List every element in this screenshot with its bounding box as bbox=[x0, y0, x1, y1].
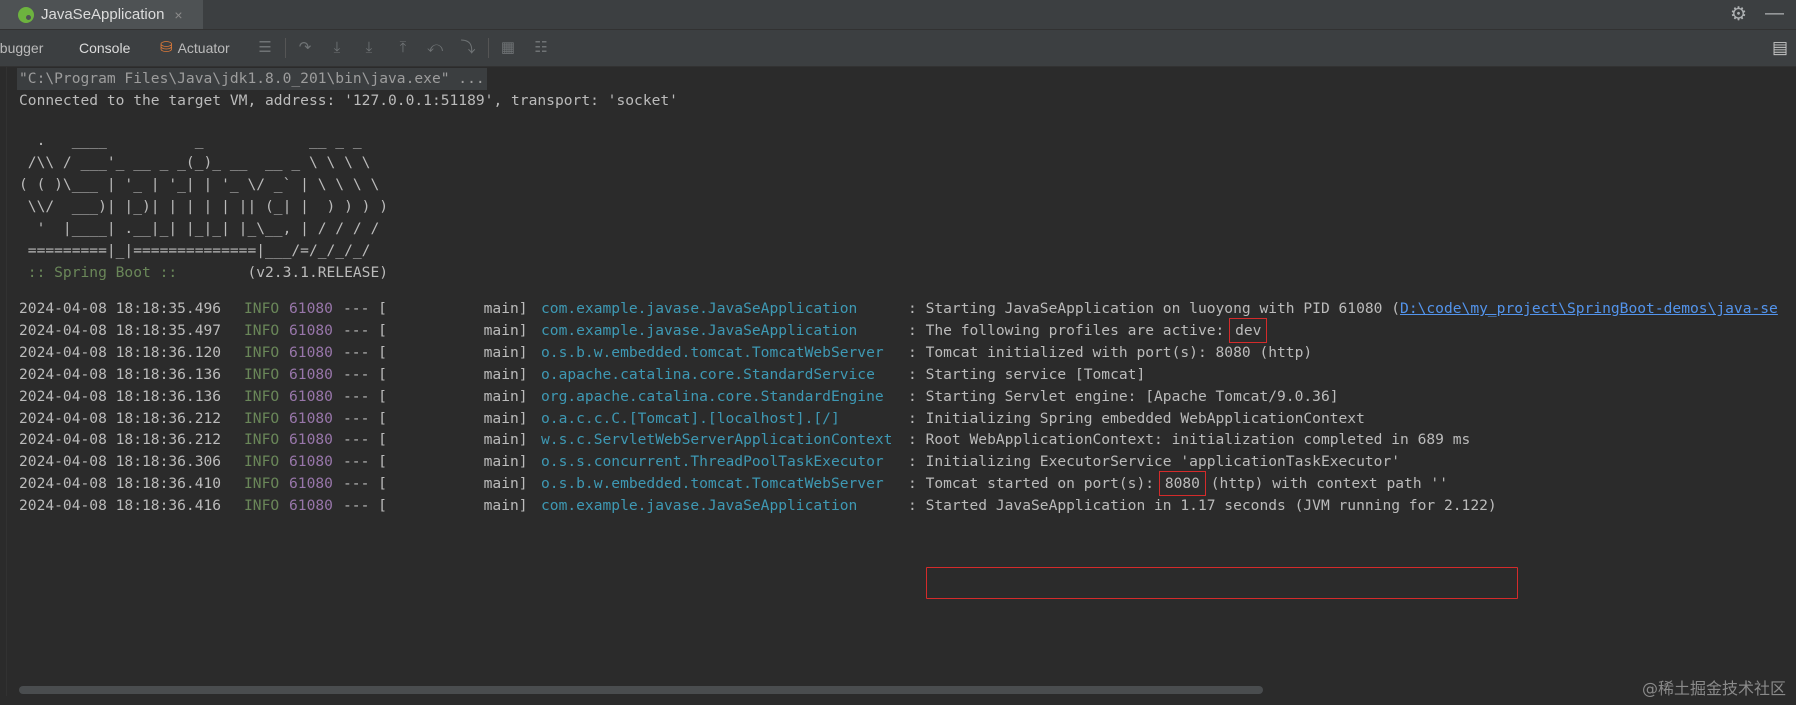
close-icon[interactable]: × bbox=[174, 7, 182, 23]
log-path-link[interactable]: D:\code\my_project\SpringBoot-demos\java… bbox=[1400, 300, 1778, 317]
tab-actuator-label: Actuator bbox=[177, 40, 230, 56]
banner-line: . ____ _ __ _ _ bbox=[19, 132, 362, 149]
log-message-text: : Starting Servlet engine: [Apache Tomca… bbox=[908, 387, 1339, 405]
started-highlight-box bbox=[926, 567, 1518, 599]
log-message-text: : Initializing Spring embedded WebApplic… bbox=[908, 409, 1365, 427]
banner-line: /\\ / ___'_ __ _ _(_)_ __ __ _ \ \ \ \ bbox=[19, 154, 371, 171]
trace-settings-icon[interactable]: ☷ bbox=[531, 38, 551, 58]
run-to-cursor-icon[interactable]: ⤵ bbox=[458, 38, 478, 58]
banner-line: ( ( )\___ | '_ | '_| | '_ \/ _` | \ \ \ … bbox=[19, 176, 380, 193]
banner-line: =========|_|==============|___/=/_/_/_/ bbox=[19, 242, 371, 259]
log-level: INFO bbox=[244, 497, 280, 515]
horizontal-scrollbar[interactable] bbox=[19, 686, 1263, 694]
tab-actuator[interactable]: ⛁ Actuator bbox=[160, 30, 230, 66]
log-message: : Started JavaSeApplication in 1.17 seco… bbox=[908, 493, 1497, 518]
log-message-text: : Tomcat initialized with port(s): 8080 … bbox=[908, 343, 1313, 361]
spring-boot-label: :: Spring Boot :: bbox=[19, 264, 186, 281]
evaluate-expression-icon[interactable]: ▦ bbox=[498, 38, 518, 58]
spring-boot-version-line: :: Spring Boot :: (v2.3.1.RELEASE) bbox=[19, 262, 388, 284]
run-toolbar: ebugger Console ⛁ Actuator ☰ ↷ ⤓ ⤓ ⤒ ⤺ ⤵… bbox=[0, 30, 1796, 67]
log-message-text: (http) with context path '' bbox=[1201, 475, 1448, 493]
spring-boot-app-icon bbox=[18, 6, 34, 23]
console-output[interactable]: "C:\Program Files\Java\jdk1.8.0_201\bin\… bbox=[0, 67, 1796, 682]
log-timestamp: 2024-04-08 18:18:36.416 bbox=[19, 497, 222, 515]
minimize-icon[interactable]: — bbox=[1765, 3, 1784, 26]
gear-icon[interactable]: ⚙ bbox=[1730, 3, 1747, 26]
run-tab-javaseapplication[interactable]: JavaSeApplication × bbox=[0, 0, 203, 29]
step-over-icon[interactable]: ⤓ bbox=[327, 38, 347, 58]
run-title-bar: JavaSeApplication × ⚙ — bbox=[0, 0, 1796, 30]
log-thread: main] bbox=[387, 497, 528, 515]
highlighted-value: 8080 bbox=[1158, 471, 1206, 497]
menu-icon[interactable]: ☰ bbox=[255, 38, 275, 58]
watermark: @稀土掘金技术社区 bbox=[1641, 679, 1786, 698]
banner-line: \\/ ___)| |_)| | | | | || (_| | ) ) ) ) bbox=[19, 198, 389, 215]
command-line: "C:\Program Files\Java\jdk1.8.0_201\bin\… bbox=[17, 68, 487, 90]
layout-icon[interactable]: ▤ bbox=[1772, 38, 1788, 58]
tab-debugger[interactable]: ebugger bbox=[0, 30, 43, 66]
run-tab-label: JavaSeApplication bbox=[41, 6, 165, 23]
log-message-text: : Started JavaSeApplication in 1.17 seco… bbox=[908, 497, 1497, 515]
spring-boot-version: (v2.3.1.RELEASE) bbox=[185, 264, 389, 281]
log-separator: --- [ bbox=[343, 497, 387, 515]
toolbar-divider bbox=[488, 38, 489, 58]
title-actions: ⚙ — bbox=[1730, 3, 1784, 26]
toolbar-divider bbox=[285, 38, 286, 58]
log-logger: com.example.javase.JavaSeApplication bbox=[541, 497, 858, 515]
connected-line: Connected to the target VM, address: '12… bbox=[19, 92, 678, 109]
step-into-icon[interactable]: ⤓ bbox=[359, 38, 379, 58]
banner-line: ' |____| .__|_| |_|_| |_\__, | / / / / bbox=[19, 220, 380, 237]
actuator-icon: ⛁ bbox=[160, 39, 173, 56]
log-message-text: : The following profiles are active: bbox=[908, 321, 1234, 339]
log-row: 2024-04-08 18:18:36.416 INFO 61080 --- [ ma… bbox=[0, 493, 1796, 518]
log-message-text: : Root WebApplicationContext: initializa… bbox=[908, 431, 1471, 449]
log-message-text: : Tomcat started on port(s): bbox=[908, 475, 1163, 493]
step-out-icon[interactable]: ⤒ bbox=[393, 38, 413, 58]
log-pid: 61080 bbox=[289, 497, 333, 515]
tab-console[interactable]: Console bbox=[79, 30, 130, 66]
drop-frame-icon[interactable]: ⤺ bbox=[425, 38, 445, 58]
log-message-text: : Starting JavaSeApplication on luoyong … bbox=[908, 300, 1401, 317]
log-message-text: : Starting service [Tomcat] bbox=[908, 365, 1146, 383]
log-message-text: : Initializing ExecutorService 'applicat… bbox=[908, 453, 1401, 471]
highlighted-value: dev bbox=[1229, 317, 1268, 343]
show-execution-point-icon[interactable]: ↷ bbox=[295, 38, 315, 58]
